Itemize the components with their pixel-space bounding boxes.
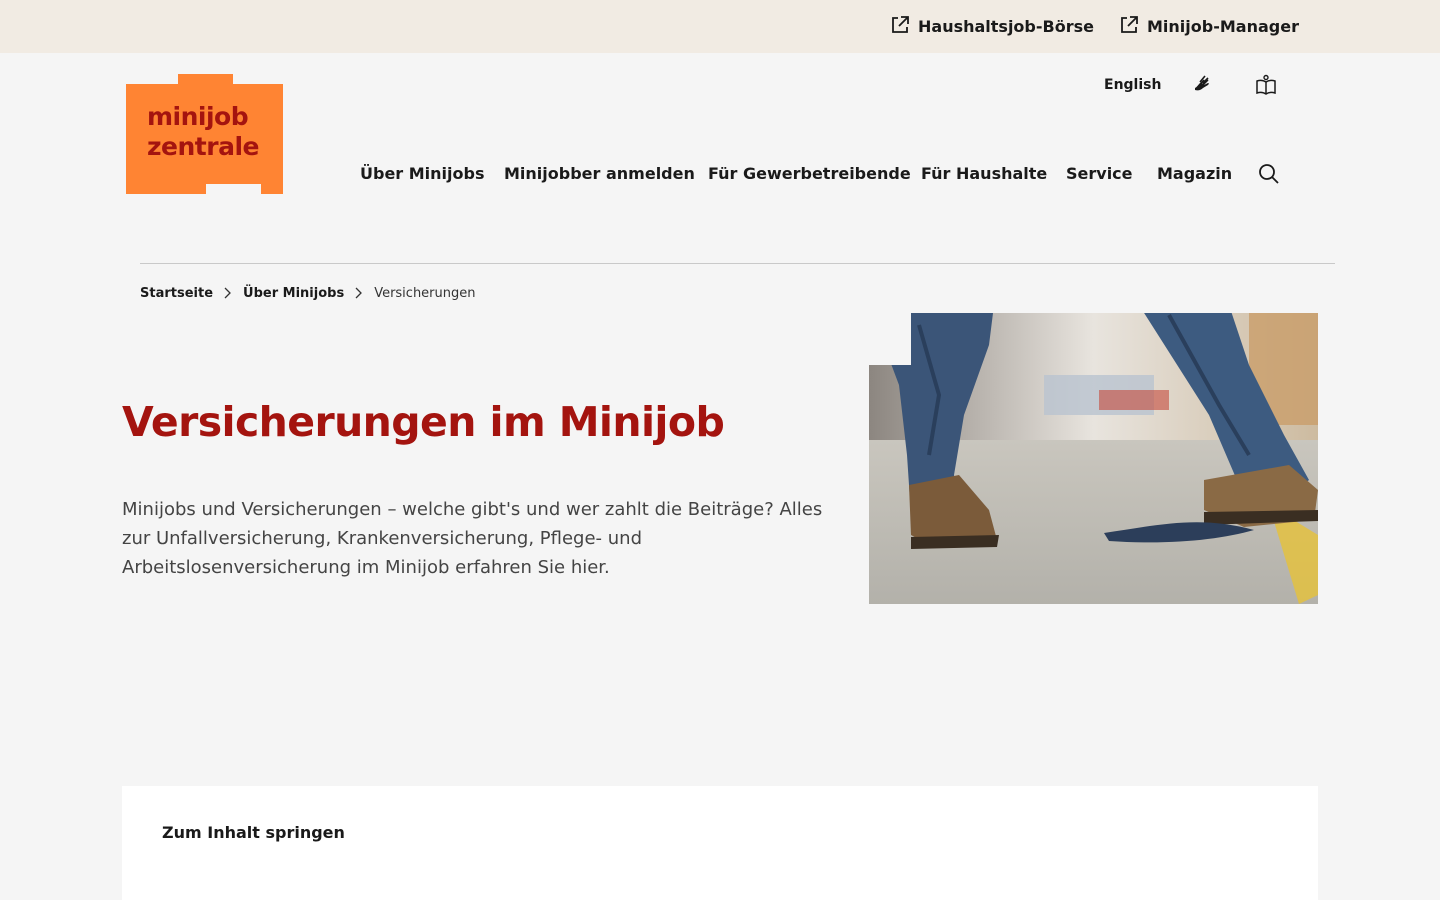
- haushaltsjob-boerse-link[interactable]: Haushaltsjob-Börse: [890, 0, 1094, 53]
- search-icon[interactable]: [1257, 162, 1281, 186]
- page-title: Versicherungen im Minijob: [122, 398, 725, 446]
- header-divider: [140, 263, 1335, 264]
- breadcrumb-current: Versicherungen: [374, 285, 476, 301]
- external-link-icon: [1119, 15, 1139, 39]
- external-link-icon: [890, 15, 910, 39]
- breadcrumb: Startseite Über Minijobs Versicherungen: [140, 283, 476, 303]
- haushaltsjob-boerse-label: Haushaltsjob-Börse: [918, 17, 1094, 36]
- minijob-manager-link[interactable]: Minijob-Manager: [1119, 0, 1299, 53]
- breadcrumb-startseite[interactable]: Startseite: [140, 286, 213, 301]
- logo-line-1: minijob: [147, 102, 249, 131]
- breadcrumb-ueber-minijobs[interactable]: Über Minijobs: [243, 286, 344, 301]
- page-intro: Minijobs und Versicherungen – welche gib…: [122, 499, 823, 578]
- logo-wordmark: minijob zentrale: [147, 102, 259, 162]
- language-switch-english[interactable]: English: [1104, 72, 1161, 98]
- minijob-manager-label: Minijob-Manager: [1147, 17, 1299, 36]
- chevron-right-icon: [213, 287, 243, 299]
- skip-to-content-link[interactable]: Zum Inhalt springen: [162, 823, 345, 842]
- chevron-right-icon: [344, 287, 374, 299]
- hero-image-worker-boots: [869, 305, 1318, 604]
- easy-language-book-icon[interactable]: [1255, 72, 1277, 98]
- nav-magazin[interactable]: Magazin: [1157, 160, 1232, 186]
- nav-ueber-minijobs[interactable]: Über Minijobs: [360, 160, 485, 186]
- minijob-zentrale-logo[interactable]: minijob zentrale: [126, 74, 283, 194]
- content-card: [122, 786, 1318, 900]
- nav-service[interactable]: Service: [1066, 160, 1133, 186]
- logo-line-2: zentrale: [147, 132, 259, 161]
- nav-fuer-haushalte[interactable]: Für Haushalte: [921, 160, 1047, 186]
- nav-fuer-gewerbetreibende[interactable]: Für Gewerbetreibende: [708, 160, 911, 186]
- sign-language-icon[interactable]: [1191, 72, 1213, 98]
- nav-minijobber-anmelden[interactable]: Minijobber anmelden: [504, 160, 695, 186]
